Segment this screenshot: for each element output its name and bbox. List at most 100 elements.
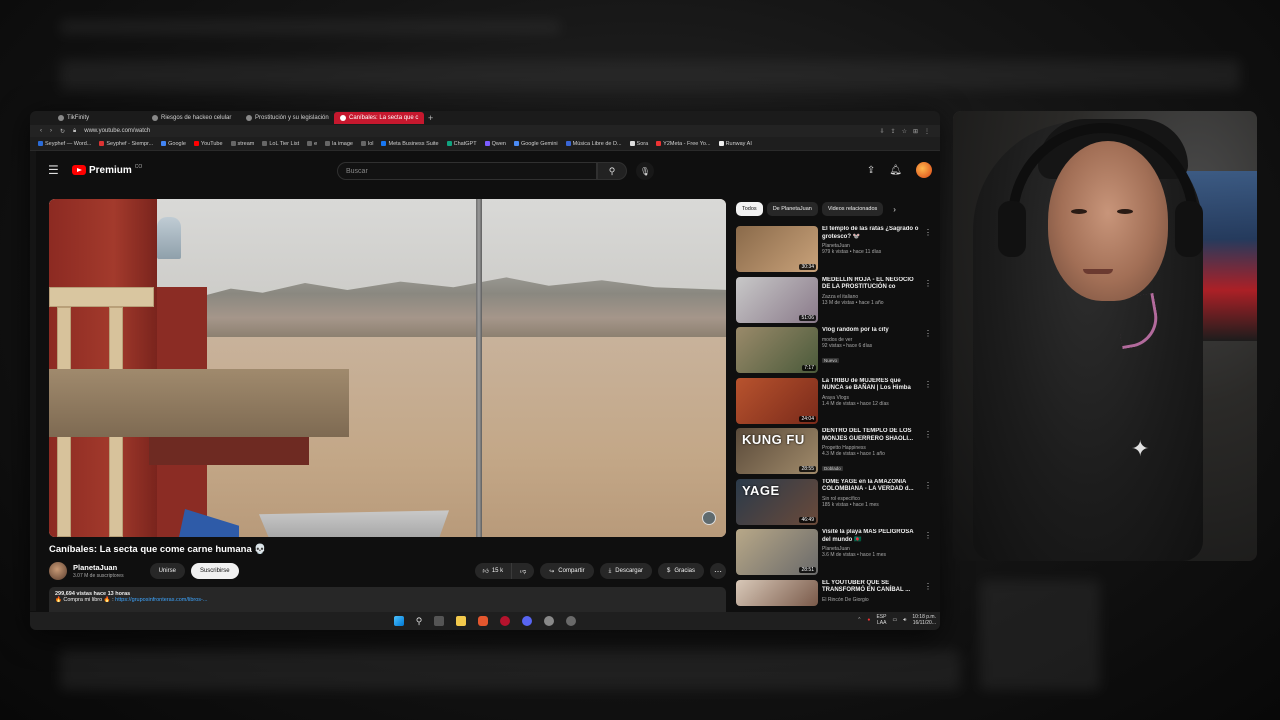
- description-link[interactable]: https://gruposinfronteras.com/libros-...: [115, 597, 207, 603]
- video-thumbnail[interactable]: YAGE 46:49: [736, 478, 818, 525]
- bell-icon[interactable]: 🔔︎: [889, 165, 902, 176]
- bookmark-item[interactable]: e: [307, 141, 317, 147]
- related-video-item[interactable]: 24:04 La TRIBU de MUJERES que NUNCA se B…: [736, 377, 936, 429]
- related-video-item[interactable]: YAGE 46:49 TOME YAGÉ en la AMAZONIA COLOM…: [736, 478, 936, 530]
- task-view-icon[interactable]: [434, 616, 445, 626]
- discord-icon[interactable]: [522, 616, 533, 626]
- back-icon[interactable]: ‹: [40, 128, 42, 134]
- related-video-item[interactable]: EL YOUTUBER QUE SE TRANSFORMÓ EN CANÍBAL…: [736, 579, 936, 606]
- tab-prostitucion[interactable]: Prostitución y su legislación: [240, 112, 330, 124]
- related-video-item[interactable]: KUNG FU 28:55 DENTRO DEL TEMPLO DE LOS MO…: [736, 428, 936, 479]
- new-tab-icon[interactable]: +: [428, 113, 433, 123]
- channel-watermark-icon[interactable]: [702, 511, 716, 525]
- reload-icon[interactable]: ↻: [60, 128, 65, 135]
- file-explorer-icon[interactable]: [456, 616, 467, 626]
- voice-search-button[interactable]: 🎙︎: [636, 162, 654, 180]
- video-thumbnail[interactable]: 51:06: [736, 276, 818, 323]
- like-button[interactable]: 👍︎ 15 k: [475, 563, 512, 579]
- related-video-title[interactable]: Vlog random por la city: [822, 327, 922, 335]
- settings-gear-icon[interactable]: [544, 616, 555, 626]
- related-video-item[interactable]: 30:34 El templo de las ratas ¿Sagrado o …: [736, 226, 936, 277]
- tab-riesgos[interactable]: Riesgos de hackeo celular: [146, 112, 236, 124]
- bookmark-item[interactable]: Seyphef - Siempr...: [99, 141, 153, 147]
- tab-tikfinity[interactable]: TikFinity: [52, 112, 142, 124]
- brave-browser-icon[interactable]: [478, 616, 489, 626]
- video-thumbnail[interactable]: 7:17: [736, 327, 818, 373]
- network-icon[interactable]: ▭: [892, 617, 897, 623]
- bookmark-item[interactable]: Sora: [629, 141, 648, 147]
- more-options-icon[interactable]: ⋮: [924, 481, 932, 490]
- join-button[interactable]: Unirse: [149, 563, 185, 579]
- video-thumbnail[interactable]: 28:51: [736, 529, 818, 575]
- account-avatar[interactable]: [916, 162, 932, 178]
- clock[interactable]: 10:18 p.m. 16/11/20...: [912, 614, 936, 626]
- youtube-premium-logo[interactable]: Premium CO: [72, 164, 142, 176]
- search-input[interactable]: Buscar: [337, 162, 597, 180]
- chip-videos-relacionados[interactable]: Videos relacionados: [821, 202, 884, 216]
- video-thumbnail[interactable]: 30:34: [736, 226, 818, 272]
- more-options-icon[interactable]: ⋮: [924, 228, 932, 237]
- video-thumbnail[interactable]: [736, 579, 818, 606]
- dislike-button[interactable]: 👎︎: [511, 563, 534, 579]
- download-icon[interactable]: ⇩: [880, 128, 885, 135]
- related-video-title[interactable]: MEDELLÍN ROJA - EL NEGOCIO DE LA PROSTIT…: [822, 277, 922, 292]
- related-video-title[interactable]: TOME YAGÉ en la AMAZONIA COLOMBIANA - LA…: [822, 479, 922, 494]
- subscribe-button[interactable]: Suscribirse: [190, 563, 239, 579]
- more-options-icon[interactable]: ⋮: [924, 430, 932, 439]
- tab-canibales-active[interactable]: Caníbales: La secta que c: [334, 112, 424, 124]
- thanks-button[interactable]: $ Gracias: [657, 563, 704, 579]
- opera-icon[interactable]: [500, 616, 511, 626]
- chip-todos[interactable]: Todos: [736, 202, 763, 216]
- bookmark-item[interactable]: LoL Tier List: [262, 141, 299, 147]
- related-video-title[interactable]: Visité la playa MÁS PELIGROSA del mundo …: [822, 529, 922, 544]
- chevron-right-icon[interactable]: ›: [893, 205, 896, 214]
- bookmark-item[interactable]: ChatGPT: [446, 141, 477, 147]
- star-icon[interactable]: ☆: [902, 128, 907, 135]
- related-video-title[interactable]: El templo de las ratas ¿Sagrado o grotes…: [822, 226, 922, 241]
- bookmark-item[interactable]: YouTube: [193, 141, 223, 147]
- channel-avatar[interactable]: [49, 562, 67, 580]
- bookmark-item[interactable]: Seyphef — Word...: [38, 141, 91, 147]
- app-icon[interactable]: [566, 616, 577, 626]
- menu-icon[interactable]: ⋮: [924, 128, 930, 135]
- related-video-title[interactable]: DENTRO DEL TEMPLO DE LOS MONJES GUERRERO…: [822, 428, 922, 443]
- bookmark-item[interactable]: la image: [325, 141, 353, 147]
- hamburger-menu-icon[interactable]: ☰: [48, 163, 68, 177]
- chevron-up-icon[interactable]: ⌃: [857, 617, 861, 623]
- bookmark-item[interactable]: Música Libre de D...: [565, 141, 622, 147]
- related-video-item[interactable]: 28:51 Visité la playa MÁS PELIGROSA del …: [736, 529, 936, 580]
- related-video-title[interactable]: EL YOUTUBER QUE SE TRANSFORMÓ EN CANÍBAL…: [822, 580, 922, 595]
- bookmark-item[interactable]: Google: [161, 141, 186, 147]
- video-player[interactable]: [49, 199, 726, 537]
- bookmark-item[interactable]: Y2Meta - Free Yo...: [656, 141, 711, 147]
- chip-de-planetajuan[interactable]: De PlanetaJuan: [766, 202, 818, 216]
- more-options-icon[interactable]: ⋮: [924, 279, 932, 288]
- search-button[interactable]: ⚲: [597, 162, 627, 180]
- download-button[interactable]: ⤓ Descargar: [599, 563, 652, 579]
- volume-icon[interactable]: 🔊︎: [903, 617, 906, 623]
- bookmark-item[interactable]: Runway AI: [718, 141, 752, 147]
- channel-name[interactable]: PlanetaJuan: [73, 563, 124, 572]
- share-button[interactable]: ↪ Compartir: [540, 563, 594, 579]
- share-icon[interactable]: ⇪: [891, 128, 896, 135]
- bookmark-item[interactable]: Google Gemini: [513, 141, 558, 147]
- language-indicator[interactable]: ESP LAA: [876, 614, 886, 626]
- search-icon[interactable]: ⚲: [416, 616, 423, 627]
- more-options-icon[interactable]: ⋮: [924, 380, 932, 389]
- bookmark-item[interactable]: Meta Business Suite: [381, 141, 439, 147]
- related-video-item[interactable]: 51:06 MEDELLÍN ROJA - EL NEGOCIO DE LA P…: [736, 276, 936, 328]
- url-input[interactable]: www.youtube.com/watch: [84, 128, 150, 134]
- video-thumbnail[interactable]: 24:04: [736, 377, 818, 424]
- bookmark-item[interactable]: Qwen: [484, 141, 506, 147]
- bookmark-item[interactable]: stream: [230, 141, 254, 147]
- more-options-icon[interactable]: ⋮: [924, 329, 932, 338]
- more-options-icon[interactable]: ⋮: [924, 582, 932, 591]
- video-thumbnail[interactable]: KUNG FU 28:55: [736, 428, 818, 474]
- related-video-title[interactable]: La TRIBU de MUJERES que NUNCA se BAÑAN |…: [822, 378, 922, 393]
- extensions-icon[interactable]: ⊞: [913, 128, 918, 135]
- forward-icon[interactable]: ›: [50, 128, 52, 134]
- upload-icon[interactable]: ⇪: [867, 165, 875, 176]
- bookmark-item[interactable]: lol: [360, 141, 373, 147]
- related-video-item[interactable]: 7:17 Vlog random por la city modos de ve…: [736, 327, 936, 378]
- more-options-icon[interactable]: ⋮: [924, 531, 932, 540]
